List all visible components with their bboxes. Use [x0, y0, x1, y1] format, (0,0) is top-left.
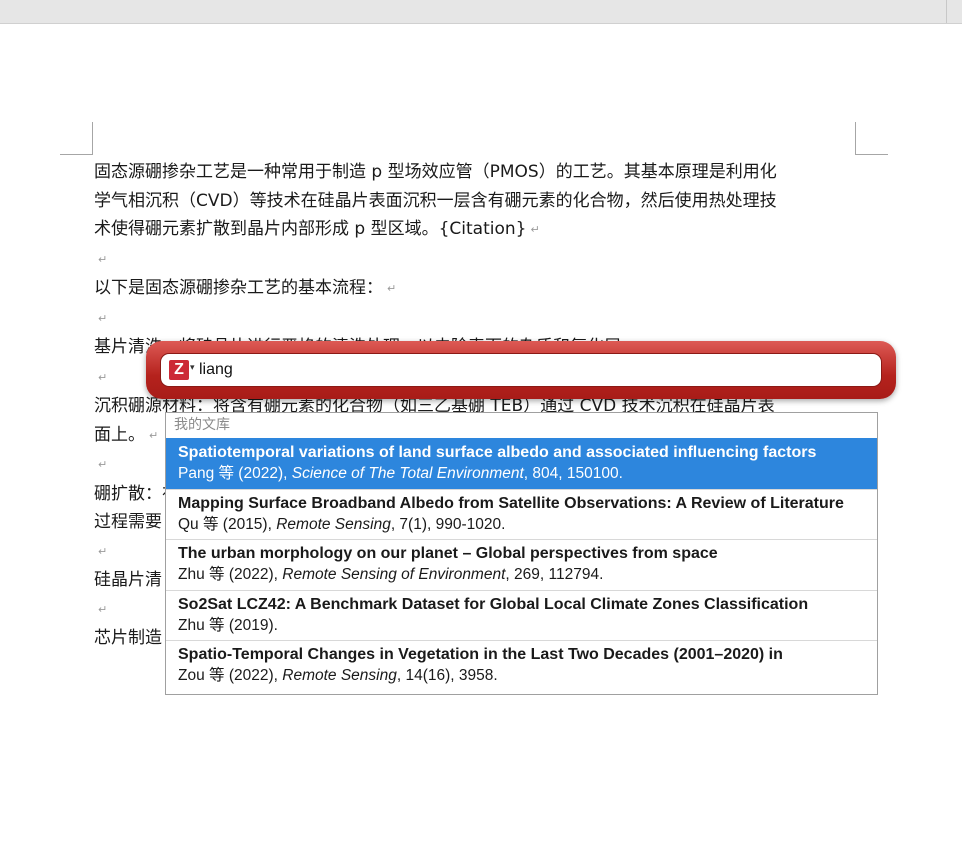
citation-author-year: Qu 等 (2015),	[178, 515, 277, 533]
zotero-quick-format-bar: Z ▾	[146, 341, 896, 399]
paragraph-text: 过程需要	[94, 512, 162, 532]
zotero-logo-icon[interactable]: Z	[169, 360, 189, 380]
citation-journal: Science of The Total Environment	[291, 465, 524, 482]
paragraph-text: 术使得硼元素扩散到晶片内部形成 p 型区域。{Citation}	[94, 219, 527, 239]
paragraph-text: 以下是固态源硼掺杂工艺的基本流程：	[94, 278, 383, 298]
margin-corner-mark	[855, 154, 888, 155]
citation-search-input[interactable]	[199, 358, 859, 382]
paragraph-text: 面上。	[94, 424, 145, 445]
document-paragraph[interactable]: ↵	[94, 304, 864, 334]
citation-title: Spatio-Temporal Changes in Vegetation in…	[178, 646, 783, 663]
citation-result-item[interactable]: Mapping Surface Broadband Albedo from Sa…	[166, 488, 877, 540]
citation-author-year: Zhu 等 (2022),	[178, 566, 283, 583]
citation-results-list: 我的文库 Spatiotemporal variations of land s…	[165, 412, 878, 695]
citation-title: Spatiotemporal variations of land surfac…	[178, 444, 817, 461]
citation-title: Mapping Surface Broadband Albedo from Sa…	[178, 494, 844, 512]
quick-format-search-box[interactable]: Z ▾	[160, 353, 882, 387]
document-paragraph[interactable]: 固态源硼掺杂工艺是一种常用于制造 p 型场效应管（PMOS）的工艺。其基本原理是…	[94, 158, 864, 187]
citation-journal: Remote Sensing	[276, 515, 391, 533]
margin-corner-mark	[92, 122, 93, 155]
citation-meta: Pang 等 (2022), Science of The Total Envi…	[178, 463, 869, 484]
citation-meta: Zhu 等 (2022), Remote Sensing of Environm…	[178, 564, 869, 585]
paragraph-text: 固态源硼掺杂工艺是一种常用于制造 p 型场效应管（PMOS）的工艺。其基本原理是…	[94, 162, 777, 182]
paragraph-text: 学气相沉积（CVD）等技术在硅晶片表面沉积一层含有硼元素的化合物，然后使用热处理…	[94, 190, 777, 211]
citation-result-item[interactable]: The urban morphology on our planet – Glo…	[166, 539, 877, 590]
citation-title: The urban morphology on our planet – Glo…	[178, 545, 718, 562]
citation-result-item[interactable]: Spatio-Temporal Changes in Vegetation in…	[166, 640, 877, 691]
paragraph-mark-icon: ↵	[149, 428, 159, 442]
citation-meta: Zou 等 (2022), Remote Sensing, 14(16), 39…	[178, 665, 869, 686]
citation-details: , 14(16), 3958.	[396, 667, 498, 684]
paragraph-mark-icon: ↵	[98, 252, 108, 266]
citation-journal: Remote Sensing of Environment	[282, 566, 506, 583]
paragraph-mark-icon: ↵	[98, 544, 108, 558]
citation-author-year: Zou 等 (2022),	[178, 667, 283, 684]
paragraph-text: 硅晶片清	[94, 570, 162, 590]
citation-result-item[interactable]: So2Sat LCZ42: A Benchmark Dataset for Gl…	[166, 589, 877, 641]
margin-corner-mark	[60, 154, 93, 155]
paragraph-mark-icon: ↵	[530, 223, 540, 236]
citation-author-year: Pang 等 (2022),	[178, 465, 292, 482]
document-paragraph[interactable]: ↵	[94, 245, 864, 275]
paragraph-mark-icon: ↵	[387, 282, 397, 295]
document-paragraph[interactable]: 学气相沉积（CVD）等技术在硅晶片表面沉积一层含有硼元素的化合物，然后使用热处理…	[94, 187, 864, 216]
citation-author-year: Zhu 等 (2019).	[178, 616, 278, 634]
citation-meta: Qu 等 (2015), Remote Sensing, 7(1), 990-1…	[178, 514, 869, 535]
citation-result-item[interactable]: Spatiotemporal variations of land surfac…	[166, 438, 877, 489]
top-bar-divider	[946, 0, 947, 23]
margin-corner-mark	[855, 122, 856, 155]
paragraph-mark-icon: ↵	[98, 311, 108, 325]
citation-details: , 7(1), 990-1020.	[390, 515, 506, 533]
paragraph-mark-icon: ↵	[98, 458, 108, 471]
library-section-header: 我的文库	[174, 417, 230, 433]
citation-details: , 804, 150100.	[523, 465, 623, 482]
citation-title: So2Sat LCZ42: A Benchmark Dataset for Gl…	[178, 595, 809, 613]
window-top-bar	[0, 0, 962, 24]
chevron-down-icon[interactable]: ▾	[190, 363, 195, 373]
citation-meta: Zhu 等 (2019).	[178, 615, 869, 636]
document-paragraph[interactable]: 术使得硼元素扩散到晶片内部形成 p 型区域。{Citation} ↵	[94, 215, 864, 245]
citation-journal: Remote Sensing	[282, 667, 397, 684]
paragraph-mark-icon: ↵	[98, 602, 108, 616]
document-paragraph[interactable]: 以下是固态源硼掺杂工艺的基本流程： ↵	[94, 274, 864, 304]
citation-details: , 269, 112794.	[505, 566, 604, 583]
paragraph-mark-icon: ↵	[98, 370, 108, 384]
